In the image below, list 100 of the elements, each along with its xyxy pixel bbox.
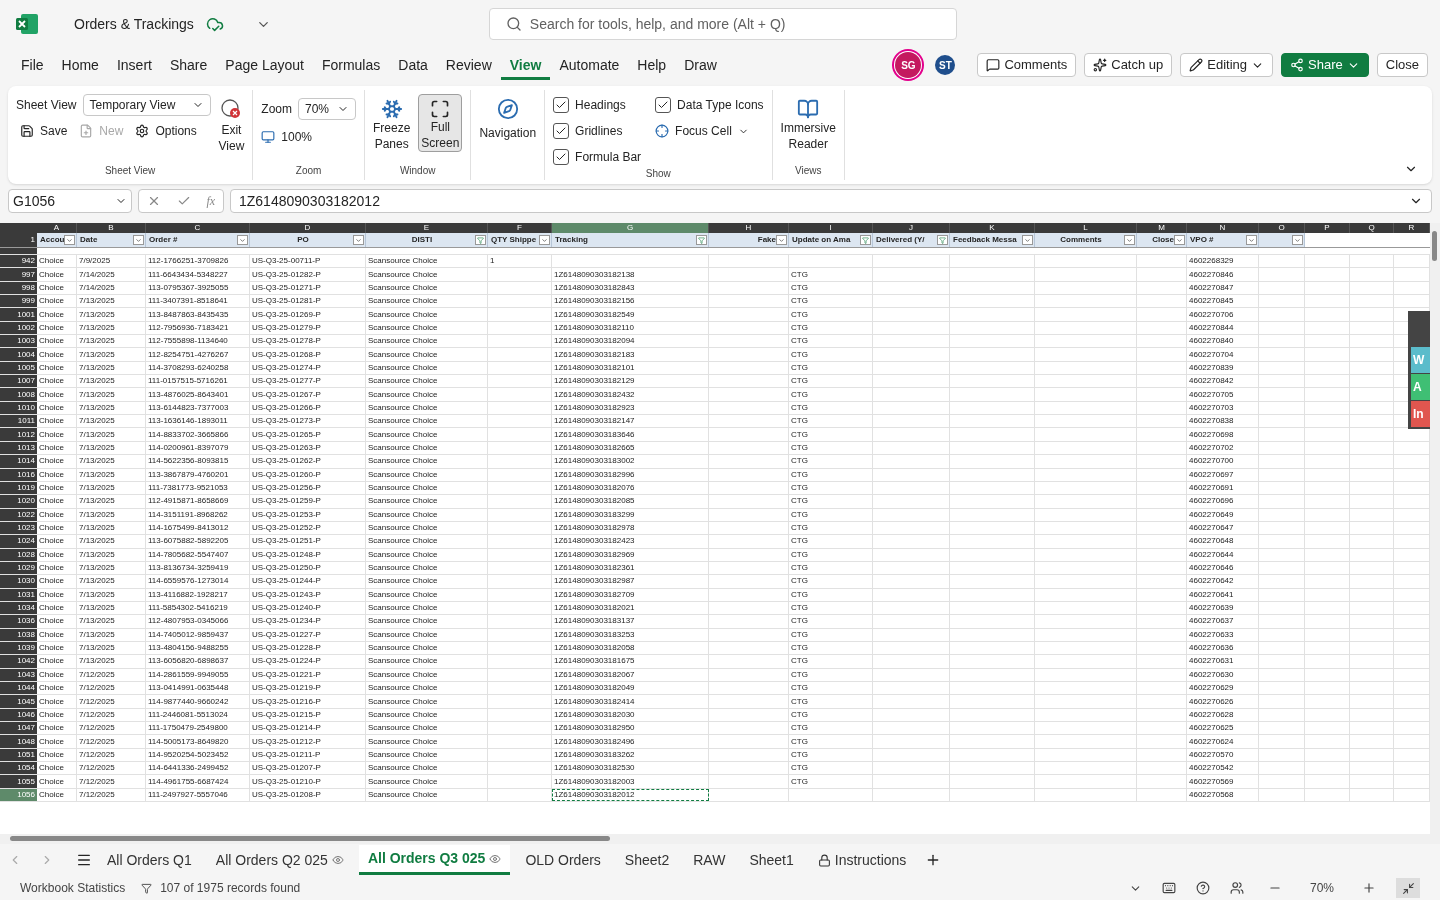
search-field[interactable]: Search for tools, help, and more (Alt + Q)	[488, 8, 957, 40]
name-box[interactable]: G1056	[8, 189, 132, 213]
vertical-scrollbar[interactable]	[1430, 223, 1440, 834]
row-header[interactable]: 1047	[0, 722, 37, 735]
filter-button[interactable]	[1022, 235, 1033, 245]
zoom-level[interactable]: 70%	[1309, 879, 1334, 897]
filter-button[interactable]	[237, 235, 248, 245]
row-header[interactable]: 1020	[0, 495, 37, 508]
search-input[interactable]: Search for tools, help, and more (Alt + Q)	[529, 13, 940, 35]
filter-button[interactable]	[1124, 235, 1135, 245]
filter-button[interactable]	[353, 235, 364, 245]
row-header[interactable]: 1012	[0, 428, 37, 441]
file-name[interactable]: Orders & Trackings	[74, 13, 194, 35]
sheet-tab[interactable]: All Orders Q3 025	[358, 845, 511, 875]
row-header[interactable]: 1	[0, 233, 37, 247]
row-header[interactable]: 1001	[0, 308, 37, 321]
avatar[interactable]: ST	[935, 55, 956, 75]
sheet-tab[interactable]: OLD Orders	[516, 845, 610, 875]
row-header[interactable]: 942	[0, 255, 37, 268]
column-header[interactable]: G	[552, 223, 709, 233]
horizontal-scrollbar[interactable]	[0, 834, 1440, 844]
avatar[interactable]: SG	[895, 52, 922, 78]
row-header[interactable]: 1030	[0, 575, 37, 588]
share-button[interactable]: Share	[1281, 53, 1369, 77]
keyboard-icon[interactable]	[1161, 881, 1176, 895]
workbook-statistics[interactable]: Workbook Statistics	[20, 879, 126, 897]
menu-tab[interactable]: Formulas	[312, 50, 390, 80]
active-filter-button[interactable]	[475, 235, 486, 245]
row-header[interactable]: 1045	[0, 695, 37, 708]
exit-view-button[interactable]: Exit View	[218, 94, 245, 154]
filter-button[interactable]	[1174, 235, 1185, 245]
comments-button[interactable]: Comments	[977, 53, 1077, 77]
filter-button[interactable]	[1292, 235, 1303, 245]
menu-tab[interactable]: Home	[52, 50, 108, 80]
row-header[interactable]: 997	[0, 268, 37, 281]
zoom-in-icon[interactable]	[1362, 881, 1376, 895]
people-icon[interactable]	[1229, 881, 1244, 895]
sheet-tab[interactable]: Instructions	[808, 845, 916, 875]
options-button[interactable]: Options	[135, 122, 197, 140]
filter-button[interactable]	[539, 235, 550, 245]
fit-button[interactable]	[1396, 878, 1420, 898]
row-header[interactable]: 1036	[0, 615, 37, 628]
catchup-button[interactable]: Catch up	[1084, 53, 1173, 77]
formula-field[interactable]: 1Z6148090303182012	[230, 189, 1432, 213]
menu-tab[interactable]: Review	[436, 50, 501, 80]
immersive-reader-button[interactable]: Immersive Reader	[780, 94, 836, 152]
navigation-button[interactable]: Navigation	[479, 98, 537, 180]
sheet-tab[interactable]: All Orders Q1	[98, 845, 201, 875]
row-header[interactable]: 1011	[0, 415, 37, 428]
sheet-view-select[interactable]: Temporary View	[82, 94, 211, 116]
filter-button[interactable]	[1246, 235, 1257, 245]
help-icon[interactable]	[1195, 881, 1210, 895]
freeze-panes-button[interactable]: Freeze Panes	[373, 94, 411, 152]
menu-tab[interactable]: Page Layout	[216, 50, 313, 80]
function-icon[interactable]: fx	[206, 192, 216, 210]
row-header[interactable]: 1055	[0, 775, 37, 788]
filter-button[interactable]	[776, 235, 787, 245]
active-filter-button[interactable]	[696, 235, 707, 245]
menu-tab[interactable]: Share	[160, 50, 217, 80]
menu-tab[interactable]: Draw	[675, 50, 726, 80]
full-screen-button[interactable]: Full Screen	[418, 94, 463, 152]
row-header[interactable]: 1003	[0, 335, 37, 348]
enter-icon[interactable]	[176, 194, 191, 208]
checkbox[interactable]	[553, 149, 570, 165]
menu-tab[interactable]: Help	[628, 50, 676, 80]
row-header[interactable]: 999	[0, 295, 37, 308]
menu-tab[interactable]: File	[12, 50, 53, 80]
column-header[interactable]: Q	[1350, 223, 1394, 233]
menu-tab[interactable]: View	[500, 50, 551, 80]
plain-button[interactable]: Close	[1376, 53, 1428, 77]
sheet-tab[interactable]: RAW	[684, 845, 735, 875]
zoom-100-button[interactable]: 100%	[261, 128, 356, 146]
filter-button[interactable]	[133, 235, 144, 245]
row-header[interactable]: 1048	[0, 735, 37, 748]
active-filter-button[interactable]	[937, 235, 948, 245]
row-header[interactable]: 1024	[0, 535, 37, 548]
column-header[interactable]: P	[1305, 223, 1350, 233]
menu-icon[interactable]	[76, 852, 92, 868]
side-panel-tab[interactable]: In	[1411, 401, 1430, 427]
menu-tab[interactable]: Insert	[107, 50, 161, 80]
row-header[interactable]: 1008	[0, 388, 37, 401]
menu-tab[interactable]: Automate	[550, 50, 629, 80]
save-button[interactable]: Save	[20, 122, 68, 140]
checkbox[interactable]	[553, 97, 570, 113]
row-header[interactable]: 1004	[0, 348, 37, 361]
row-header[interactable]: 1054	[0, 762, 37, 775]
row-header[interactable]: 1044	[0, 682, 37, 695]
row-header[interactable]: 1042	[0, 655, 37, 668]
row-header[interactable]: 1014	[0, 455, 37, 468]
menu-tab[interactable]: Data	[389, 50, 437, 80]
focus-cell-button[interactable]: Focus Cell	[655, 122, 764, 140]
sheet-tab[interactable]: Sheet1	[740, 845, 803, 875]
editing-button[interactable]: Editing	[1180, 53, 1274, 77]
sheet-tab[interactable]: Sheet2	[615, 845, 679, 875]
zoom-select[interactable]: 70%	[298, 98, 356, 120]
checkbox[interactable]	[655, 97, 672, 113]
checkbox[interactable]	[553, 123, 570, 139]
filter-button[interactable]	[64, 235, 75, 245]
sheet-tab[interactable]: All Orders Q2 025	[206, 845, 353, 875]
row-header[interactable]: 1007	[0, 375, 37, 388]
